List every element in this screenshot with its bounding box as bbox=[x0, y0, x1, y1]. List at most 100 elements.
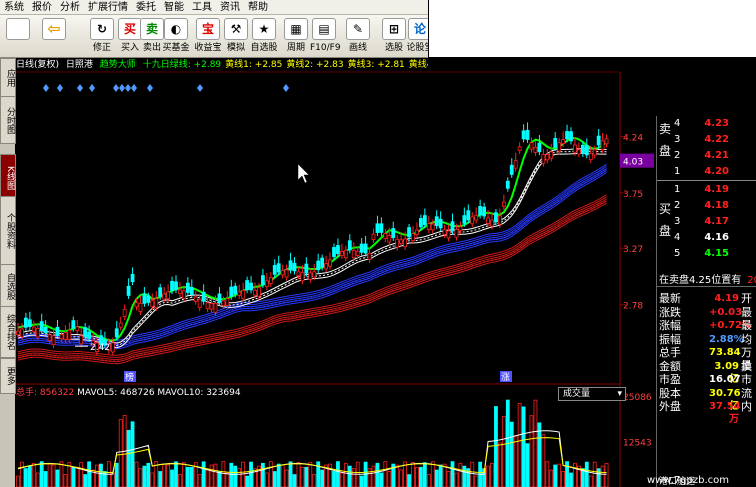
toolbar-button-8[interactable]: ★ 自选股 bbox=[250, 17, 278, 55]
left-tab-4[interactable]: 自选股 bbox=[0, 264, 16, 308]
volume-bar bbox=[110, 472, 115, 487]
menu-item-0[interactable]: 系统 bbox=[0, 1, 28, 15]
toolbar-button-10[interactable]: ▤ F10/F9 bbox=[310, 17, 341, 55]
stat-key: 涨幅 bbox=[659, 319, 681, 332]
sell-price: 4.22 bbox=[704, 134, 729, 145]
toolbar-icon-13: 论 bbox=[408, 18, 428, 40]
volume-bar bbox=[79, 462, 84, 487]
stat-value: 4.19 bbox=[714, 293, 739, 304]
price-axis-label: 3.27 bbox=[623, 245, 643, 255]
volume-bar bbox=[553, 464, 558, 487]
price-axis-label: 2.78 bbox=[623, 302, 643, 312]
stat-row: 市盈 16.07 市 bbox=[657, 373, 756, 386]
stock-name: 日照港 bbox=[65, 60, 93, 70]
kline-chart[interactable]: 4.244.033.753.272.784.032.42榜涨2508612543 bbox=[0, 58, 756, 487]
toolbar-button-9[interactable]: ▦ 周期 bbox=[282, 17, 310, 55]
candle-body bbox=[304, 263, 309, 274]
quote-panel: 卖盘 买盘 4 4.23 3 4.22 2 4.21 1 4.20 1 4.19 2 4.18 3 4.1… bbox=[656, 116, 756, 487]
stat-unit: 最 bbox=[741, 305, 752, 319]
candle-body bbox=[23, 317, 28, 328]
candle-body bbox=[580, 144, 585, 154]
candle-body bbox=[367, 252, 372, 260]
toolbar-button-6[interactable]: 宝收益宝 bbox=[194, 17, 222, 55]
buy-price: 4.16 bbox=[704, 232, 729, 243]
menu-item-5[interactable]: 智能 bbox=[160, 1, 188, 15]
left-tab-2[interactable]: K线图 bbox=[0, 154, 16, 202]
left-tab-5[interactable]: 综合排名 bbox=[0, 306, 16, 358]
candle-body bbox=[379, 223, 384, 233]
candle-body bbox=[126, 285, 131, 296]
menu-item-2[interactable]: 分析 bbox=[56, 1, 84, 15]
sell-price: 4.23 bbox=[704, 118, 729, 129]
volume-bar bbox=[474, 475, 479, 487]
volume-bar bbox=[375, 462, 380, 487]
candle-body bbox=[359, 243, 364, 253]
blue-band-line bbox=[17, 169, 607, 347]
toolbar-icon-11: ✎ bbox=[346, 18, 370, 40]
candle-body bbox=[166, 291, 171, 299]
toolbar-button-2[interactable]: ↻ 修正 bbox=[88, 17, 116, 55]
toolbar-button-1[interactable]: ⇦ bbox=[40, 17, 68, 55]
left-tab-6[interactable]: 更多 bbox=[0, 358, 16, 394]
panel-divider bbox=[657, 286, 756, 287]
candle-body bbox=[249, 282, 253, 291]
toolbar-button-7[interactable]: ⚒ 模拟 bbox=[222, 17, 250, 55]
volume-bar bbox=[501, 415, 506, 487]
volume-bar bbox=[395, 464, 400, 487]
order-book-divider bbox=[657, 180, 756, 181]
volume-bar bbox=[118, 419, 123, 487]
menu-item-8[interactable]: 帮助 bbox=[244, 1, 272, 15]
candle-body bbox=[170, 280, 174, 291]
period-label: 日线(复权) bbox=[16, 60, 60, 70]
candle-body bbox=[458, 226, 463, 231]
stat-unit: 最 bbox=[741, 319, 752, 332]
candle-body bbox=[320, 257, 325, 268]
left-tab-3[interactable]: 个股资料 bbox=[0, 196, 16, 266]
indicator-select[interactable]: 成交量 ▾ bbox=[558, 387, 626, 401]
candle-body bbox=[577, 149, 581, 155]
candle-body bbox=[308, 272, 313, 280]
menu-item-3[interactable]: 扩展行情 bbox=[84, 1, 132, 15]
volume-bar bbox=[359, 475, 364, 487]
toolbar-button-13[interactable]: 论论股堂 bbox=[406, 17, 428, 55]
stat-key: 总手 bbox=[659, 346, 681, 359]
buy-price: 4.17 bbox=[704, 216, 729, 227]
volume-bar bbox=[300, 466, 305, 487]
volume-bar bbox=[430, 461, 435, 487]
red-band-line bbox=[17, 196, 607, 358]
candle-body bbox=[407, 227, 411, 238]
toolbar-icon-10: ▤ bbox=[312, 18, 336, 40]
volume-bar bbox=[336, 461, 340, 487]
volume-bar bbox=[411, 462, 415, 487]
toolbar-icon-12: ⊞ bbox=[382, 18, 406, 40]
left-tab-0[interactable]: 应用 bbox=[0, 58, 16, 98]
menu-item-7[interactable]: 资讯 bbox=[216, 1, 244, 15]
zhang-marker: 涨 bbox=[501, 372, 510, 383]
candle-body bbox=[114, 328, 119, 338]
candle-body bbox=[87, 331, 91, 339]
menu-item-6[interactable]: 工具 bbox=[188, 1, 216, 15]
candle-body bbox=[110, 342, 115, 353]
volume-bar bbox=[237, 468, 242, 487]
stat-unit: 市 bbox=[741, 373, 752, 386]
toolbar-button-11[interactable]: ✎ 画线 bbox=[344, 17, 372, 55]
left-tab-1[interactable]: 分时图 bbox=[0, 96, 16, 144]
volume-bar bbox=[351, 468, 356, 487]
candle-body bbox=[450, 221, 455, 232]
menu-item-1[interactable]: 报价 bbox=[28, 1, 56, 15]
blue-band-line bbox=[17, 165, 607, 343]
volume-bar bbox=[23, 468, 28, 487]
volume-bar bbox=[166, 464, 171, 487]
candle-body bbox=[162, 293, 167, 300]
volume-bar bbox=[245, 475, 250, 487]
volume-bar bbox=[573, 462, 577, 487]
menu-item-4[interactable]: 委托 bbox=[132, 1, 160, 15]
volume-bar bbox=[458, 462, 463, 487]
candle-body bbox=[418, 218, 423, 228]
toolbar-button-12[interactable]: ⊞ 选股 bbox=[380, 17, 408, 55]
stat-row: 外盘 37.54万内 bbox=[657, 400, 756, 425]
toolbar-button-0[interactable] bbox=[4, 17, 32, 55]
volume-bar bbox=[509, 421, 514, 487]
candle-body bbox=[39, 321, 44, 331]
toolbar-button-5[interactable]: ◐ 买基金 bbox=[162, 17, 190, 55]
